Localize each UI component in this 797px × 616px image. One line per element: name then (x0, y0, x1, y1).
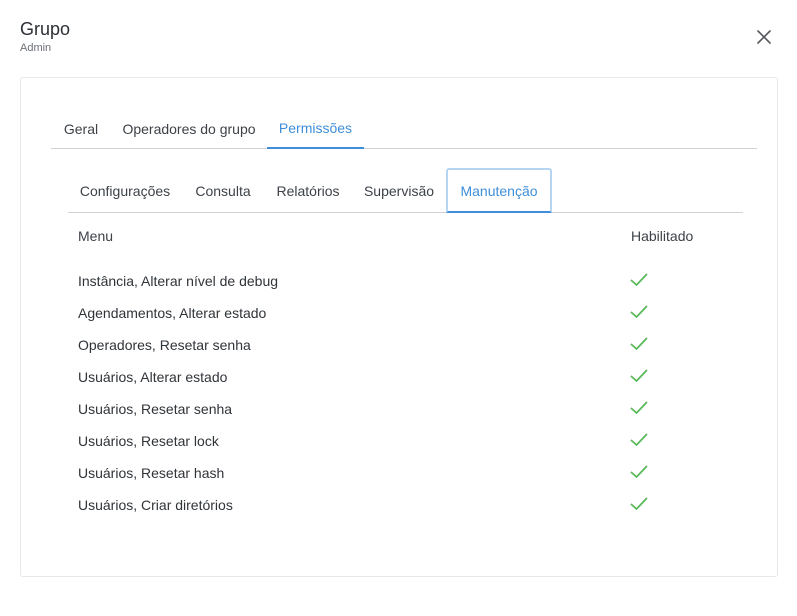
row-menu-label: Usuários, Resetar hash (78, 465, 225, 481)
row-menu-label: Agendamentos, Alterar estado (78, 305, 267, 321)
row-menu-label: Instância, Alterar nível de debug (78, 273, 279, 289)
tab-configuracoes[interactable]: Configurações (68, 168, 182, 213)
check-icon (630, 497, 648, 510)
column-header-menu: Menu (78, 228, 114, 244)
row-menu-label: Operadores, Resetar senha (78, 337, 251, 353)
row-menu-label: Usuários, Criar diretórios (78, 497, 233, 513)
tab-relatorios[interactable]: Relatórios (264, 168, 352, 213)
tab-permissoes[interactable]: Permissões (267, 108, 364, 149)
tab-geral[interactable]: Geral (51, 108, 111, 149)
tab-operadores-do-grupo[interactable]: Operadores do grupo (111, 108, 267, 149)
row-menu-label: Usuários, Alterar estado (78, 369, 228, 385)
check-icon (630, 273, 648, 286)
check-icon (630, 433, 648, 446)
permissions-card: Geral Operadores do grupo Permissões Con… (20, 77, 778, 577)
row-menu-label: Usuários, Resetar senha (78, 401, 233, 417)
check-icon (630, 465, 648, 478)
close-icon[interactable] (755, 28, 773, 46)
tab-consulta[interactable]: Consulta (182, 168, 264, 213)
row-menu-label: Usuários, Resetar lock (78, 433, 219, 449)
dialog-subtitle: Admin (20, 42, 52, 54)
column-header-habilitado: Habilitado (631, 228, 694, 244)
dialog-title: Grupo (20, 19, 71, 39)
main-tabs: Geral Operadores do grupo Permissões (51, 108, 757, 149)
check-icon (630, 305, 648, 318)
tab-supervisao[interactable]: Supervisão (352, 168, 446, 213)
sub-tabs: Configurações Consulta Relatórios Superv… (68, 168, 743, 213)
tab-manutencao[interactable]: Manutenção (446, 168, 552, 213)
check-icon (630, 401, 648, 414)
check-icon (630, 369, 648, 382)
check-icon (630, 337, 648, 350)
